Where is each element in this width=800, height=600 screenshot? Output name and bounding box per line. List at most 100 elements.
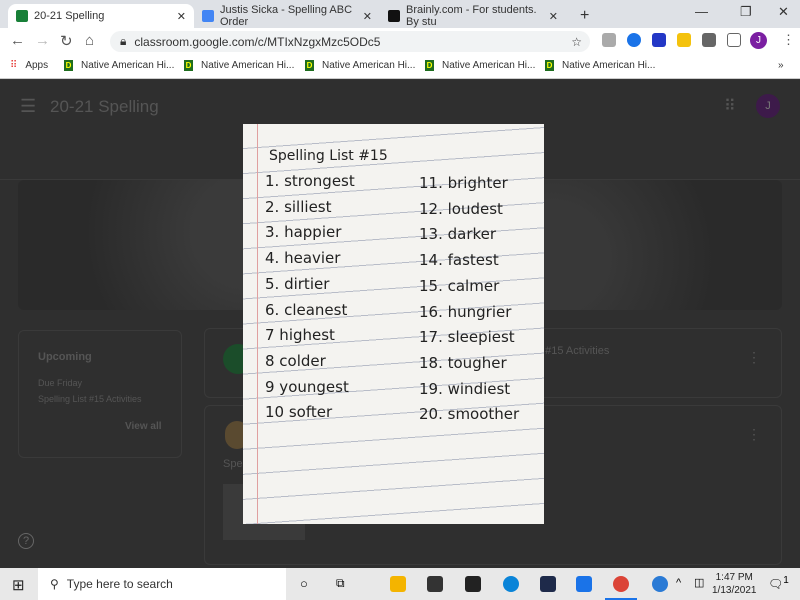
spelling-word: 16. hungrier [419, 302, 512, 321]
bookmark[interactable]: D Native American Hi... [545, 60, 655, 71]
taskbar: ⊞ ⚲ Type here to search ○ ⧉ ^ ◫ 1:47 PM 1/… [0, 568, 800, 600]
reload-icon[interactable]: ↻ [60, 32, 73, 50]
cast-icon[interactable] [727, 33, 741, 47]
bookmark[interactable]: D Native American Hi... [305, 60, 415, 71]
close-tab-icon[interactable]: ✕ [549, 10, 558, 23]
help-icon[interactable]: ? [18, 533, 34, 549]
upcoming-item-link[interactable]: Spelling List #15 Activities [38, 394, 142, 404]
spelling-word: 8 colder [265, 351, 326, 370]
view-all-link[interactable]: View all [125, 421, 162, 432]
extension-icon[interactable] [627, 33, 641, 47]
spelling-word: 18. tougher [419, 353, 507, 372]
brainly-icon [388, 10, 400, 22]
spelling-word: 1. strongest [265, 172, 355, 190]
forward-icon[interactable]: → [35, 32, 50, 49]
url-text: classroom.google.com/c/MTIxNzgxMzc5ODc5 [134, 34, 381, 49]
chrome-icon[interactable] [613, 576, 629, 592]
store-icon[interactable] [427, 576, 443, 592]
spelling-word: 13. darker [419, 225, 497, 244]
bookmark[interactable]: D Native American Hi... [184, 60, 294, 71]
bookmark-label: Native American Hi... [322, 60, 416, 71]
extension-icon[interactable] [652, 33, 666, 47]
bookmark[interactable]: D Native American Hi... [64, 60, 174, 71]
extension-icon[interactable] [677, 33, 691, 47]
edge-icon[interactable] [503, 576, 519, 592]
date: 1/13/2021 [712, 585, 757, 596]
bookmark-icon: D [64, 60, 73, 71]
mail-icon[interactable] [576, 576, 592, 592]
bookmark-label: Native American Hi... [201, 60, 295, 71]
spelling-list-photo: Spelling List #15 1. strongest 2. sillies… [243, 124, 544, 524]
address-bar[interactable]: 🔒︎ classroom.google.com/c/MTIxNzgxMzc5ODc… [110, 31, 590, 52]
more-options-icon[interactable]: ⋮ [747, 349, 761, 366]
help-tray-icon[interactable] [652, 576, 668, 592]
back-icon[interactable]: ← [10, 32, 25, 49]
apps-grid-icon[interactable]: ⠿ [724, 96, 736, 116]
upcoming-heading: Upcoming [38, 351, 92, 363]
spelling-word: 14. fastest [419, 251, 499, 270]
taskbar-search[interactable]: ⚲ Type here to search [38, 568, 286, 600]
tab-classroom[interactable]: 20-21 Spelling ✕ [8, 4, 194, 28]
spelling-word: 12. loudest [419, 199, 503, 218]
spelling-word: 17. sleepiest [419, 328, 515, 347]
docs-icon [202, 10, 214, 22]
spelling-word: 19. windiest [419, 379, 511, 398]
bookmark-label: Native American Hi... [81, 60, 175, 71]
bookmark-icon: D [305, 60, 314, 71]
user-avatar[interactable]: J [756, 94, 780, 118]
bookmark-icon: D [545, 60, 554, 71]
spelling-word: 9 youngest [265, 377, 349, 396]
extension-icon[interactable] [602, 33, 616, 47]
close-tab-icon[interactable]: ✕ [363, 10, 372, 23]
bookmark-label: Native American Hi... [442, 60, 536, 71]
time: 1:47 PM [715, 572, 753, 583]
dropbox-icon[interactable] [465, 576, 481, 592]
spelling-word: 20. smoother [419, 405, 520, 424]
bookmarks-overflow[interactable]: » [778, 60, 784, 71]
menu-icon[interactable]: ⋮ [782, 32, 795, 48]
more-options-icon[interactable]: ⋮ [747, 426, 761, 443]
network-icon[interactable]: ◫ [694, 576, 704, 589]
hamburger-icon[interactable]: ☰ [20, 96, 36, 117]
chevron-up-icon[interactable]: ^ [676, 577, 681, 589]
apps-icon: ⠿ [10, 60, 18, 71]
spelling-word: 11. brighter [419, 174, 508, 192]
spelling-word: 2. silliest [265, 197, 332, 216]
bookmark-label: Apps [25, 60, 49, 71]
puzzle-icon[interactable] [702, 33, 716, 47]
clock[interactable]: 1:47 PM 1/13/2021 [712, 571, 757, 597]
toolbar: ← → ↻ ⌂ 🔒︎ classroom.google.com/c/MTIxNzg… [0, 28, 800, 55]
tab-brainly[interactable]: Brainly.com - For students. By stu ✕ [380, 4, 566, 28]
profile-avatar[interactable]: J [750, 32, 767, 49]
file-explorer-icon[interactable] [390, 576, 406, 592]
minimize-button[interactable]: — [695, 4, 708, 19]
cortana-icon[interactable]: ○ [300, 576, 308, 591]
spelling-word: 4. heavier [265, 249, 341, 268]
tab-docs[interactable]: Justis Sicka - Spelling ABC Order ✕ [194, 4, 380, 28]
bookmark[interactable]: D Native American Hi... [425, 60, 535, 71]
windows-start-icon[interactable]: ⊞ [12, 576, 25, 594]
bookmark-icon: D [184, 60, 193, 71]
tab-title: Justis Sicka - Spelling ABC Order [220, 4, 353, 28]
notifications-icon[interactable]: 🗨︎1 [768, 575, 789, 591]
spelling-word: 6. cleanest [265, 300, 348, 319]
close-tab-icon[interactable]: ✕ [177, 10, 186, 23]
upcoming-card: Upcoming Due Friday Spelling List #15 Ac… [18, 330, 182, 458]
task-view-icon[interactable]: ⧉ [336, 576, 345, 591]
star-icon[interactable]: ☆ [571, 35, 582, 49]
bookmark-label: Native American Hi... [562, 60, 656, 71]
spelling-word: 7 highest [265, 326, 335, 345]
bookmark-icon: D [425, 60, 434, 71]
post-title[interactable]: t #15 Activities [539, 345, 609, 357]
new-tab-button[interactable]: + [572, 4, 597, 28]
spelling-word: 15. calmer [419, 276, 500, 295]
app-icon[interactable] [540, 576, 556, 592]
bookmark-apps[interactable]: ⠿ Apps [10, 60, 48, 71]
home-icon[interactable]: ⌂ [85, 32, 94, 49]
close-window-button[interactable]: ✕ [778, 4, 789, 20]
class-title[interactable]: 20-21 Spelling [50, 97, 159, 117]
bookmarks-bar: ⠿ Apps D Native American Hi... D Native Ame… [0, 55, 800, 79]
list-title: Spelling List #15 [269, 148, 388, 164]
restore-button[interactable]: ❐ [740, 4, 752, 20]
tab-title: 20-21 Spelling [34, 10, 105, 22]
